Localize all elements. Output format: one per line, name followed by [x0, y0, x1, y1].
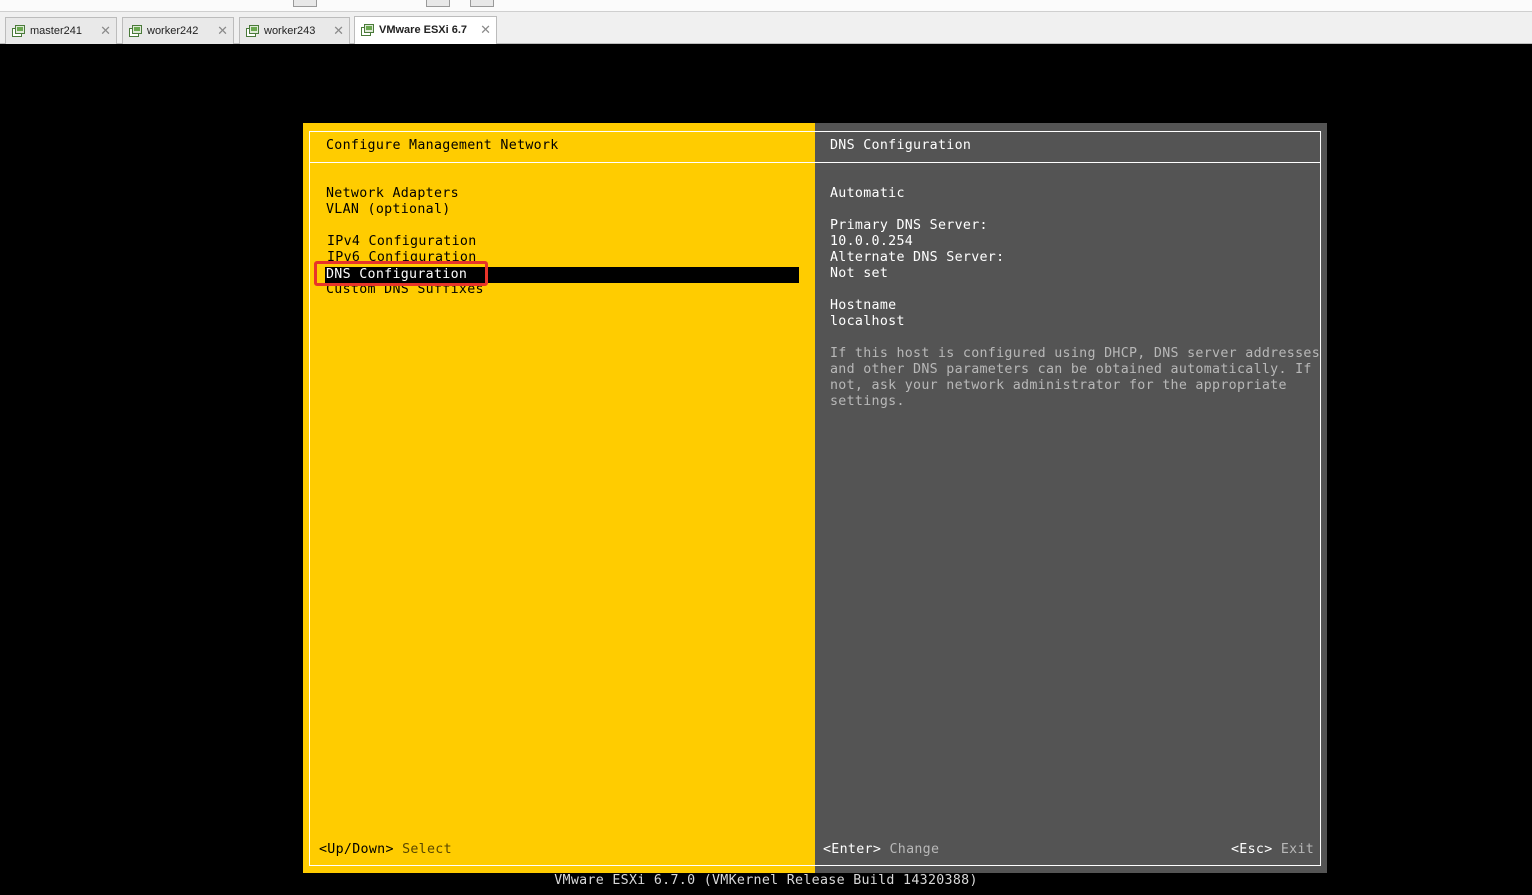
key-enter: <Enter>	[823, 842, 882, 857]
menu-item-network-adapters[interactable]: Network Adapters	[326, 186, 459, 202]
menu-pane: Configure Management Network Network Ada…	[303, 123, 815, 873]
primary-dns-value: 10.0.0.254	[830, 234, 914, 249]
key-action: Exit	[1280, 842, 1315, 857]
help-text-line: settings.	[830, 394, 905, 409]
hostname-label: Hostname	[830, 298, 897, 313]
title-divider	[309, 162, 815, 163]
key-action: Change	[889, 842, 940, 857]
key-up-down: <Up/Down>	[319, 842, 394, 857]
alternate-dns-value: Not set	[830, 266, 889, 281]
close-icon[interactable]: ✕	[333, 23, 344, 39]
tab-bar: master241 ✕ worker242 ✕ worker243 ✕ VMwa…	[0, 0, 1532, 44]
toolbar-strip	[0, 0, 1532, 12]
dcui-dialog: Configure Management Network Network Ada…	[303, 123, 1327, 873]
close-icon[interactable]: ✕	[100, 23, 111, 39]
build-status-line: VMware ESXi 6.7.0 (VMKernel Release Buil…	[554, 873, 978, 888]
key-action: Select	[402, 842, 452, 857]
pane-title: Configure Management Network	[326, 138, 559, 153]
hostname-value: localhost	[830, 314, 905, 329]
dns-mode: Automatic	[830, 186, 905, 201]
toolbar-button[interactable]	[470, 0, 494, 7]
primary-dns-label: Primary DNS Server:	[830, 218, 988, 233]
menu-item-vlan[interactable]: VLAN (optional)	[326, 202, 451, 218]
key-esc: <Esc>	[1231, 842, 1273, 857]
close-icon[interactable]: ✕	[217, 23, 228, 39]
title-divider	[815, 162, 1321, 163]
tab-vmware-esxi[interactable]: VMware ESXi 6.7 ✕	[354, 16, 497, 44]
footer-hint-esc: <Esc> Exit	[1231, 842, 1314, 858]
tab-label: worker243	[264, 25, 316, 37]
tab-label: master241	[30, 25, 82, 37]
tab-worker242[interactable]: worker242 ✕	[122, 17, 234, 44]
vm-icon	[361, 24, 374, 36]
tab-label: VMware ESXi 6.7	[379, 24, 468, 36]
detail-title: DNS Configuration	[830, 138, 972, 153]
vm-icon	[129, 25, 142, 37]
close-icon[interactable]: ✕	[480, 22, 491, 38]
help-text-line: and other DNS parameters can be obtained…	[830, 362, 1312, 377]
detail-pane: DNS Configuration Automatic Primary DNS …	[815, 123, 1327, 873]
tab-master241[interactable]: master241 ✕	[5, 17, 117, 44]
annotation-highlight-box	[314, 261, 488, 286]
vm-icon	[246, 25, 259, 37]
toolbar-button[interactable]	[426, 0, 450, 7]
footer-hint-select: <Up/Down> Select	[319, 842, 452, 858]
tab-label: worker242	[147, 25, 199, 37]
menu-item-ipv4[interactable]: IPv4 Configuration	[327, 234, 477, 250]
toolbar-button[interactable]	[293, 0, 317, 7]
help-text-line: If this host is configured using DHCP, D…	[830, 346, 1321, 361]
footer-hint-enter: <Enter> Change	[823, 842, 939, 858]
alternate-dns-label: Alternate DNS Server:	[830, 250, 1005, 265]
help-text-line: not, ask your network administrator for …	[830, 378, 1287, 393]
vm-icon	[12, 25, 25, 37]
tab-worker243[interactable]: worker243 ✕	[239, 17, 350, 44]
